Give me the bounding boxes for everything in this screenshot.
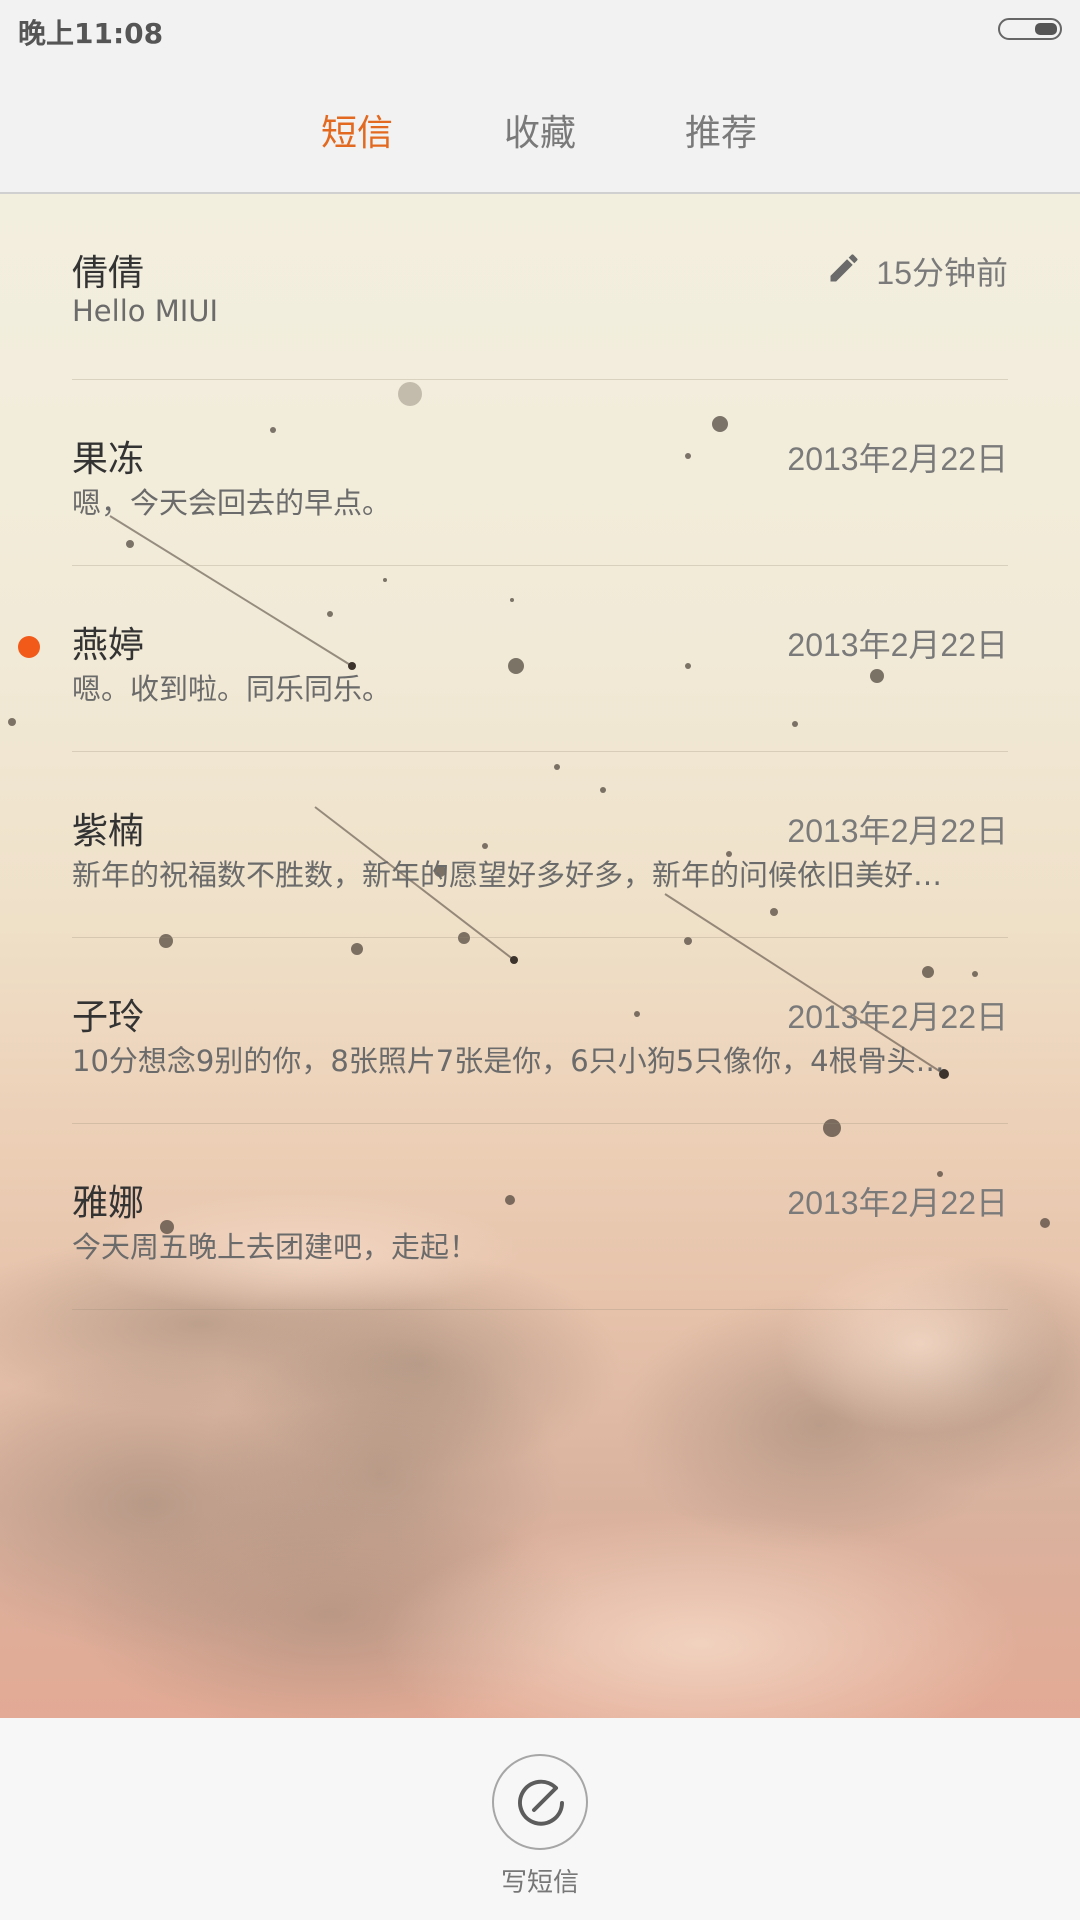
contact-name: 紫楠 <box>72 811 145 852</box>
tab-bar: 短信 收藏 推荐 <box>0 60 1080 194</box>
contact-name: 子玲 <box>72 997 145 1038</box>
conversation-item[interactable]: 燕婷 嗯。收到啦。同乐同乐。 2013年2月22日 <box>18 566 1008 752</box>
conversation-item[interactable]: 子玲 10分想念9别的你，8张照片7张是你，6只小狗5只像你，4根骨头… 201… <box>72 938 1008 1124</box>
battery-icon <box>998 18 1062 40</box>
compose-button[interactable] <box>492 1754 588 1850</box>
bottom-bar: 写短信 <box>0 1718 1080 1920</box>
contact-name: 雅娜 <box>72 1183 145 1224</box>
contact-name: 倩倩 <box>72 253 145 294</box>
message-time: 2013年2月22日 <box>787 813 1008 849</box>
message-preview: 嗯，今天会回去的早点。 <box>72 486 392 520</box>
conversation-list-area: 倩倩 Hello MIUI 15分钟前 果冻 嗯，今天会回去的早点。 2013年… <box>0 194 1080 1718</box>
message-time: 2013年2月22日 <box>787 1185 1008 1221</box>
message-preview: 今天周五晚上去团建吧，走起！ <box>72 1230 479 1264</box>
message-preview: 10分想念9别的你，8张照片7张是你，6只小狗5只像你，4根骨头… <box>72 1044 945 1078</box>
message-time: 2013年2月22日 <box>787 999 1008 1035</box>
tab-recommended[interactable]: 推荐 <box>641 104 801 156</box>
message-preview: 嗯。收到啦。同乐同乐。 <box>72 672 392 706</box>
tab-messages[interactable]: 短信 <box>277 104 437 156</box>
message-time: 15分钟前 <box>876 255 1008 291</box>
message-preview: Hello MIUI <box>72 294 219 328</box>
compose-icon <box>518 1779 564 1826</box>
status-bar: 晚上11:08 <box>0 0 1080 60</box>
message-time: 2013年2月22日 <box>787 627 1008 663</box>
status-time: 晚上11:08 <box>18 17 164 50</box>
conversation-item[interactable]: 紫楠 新年的祝福数不胜数，新年的愿望好多好多，新年的问候依旧美好… 2013年2… <box>72 752 1008 938</box>
compose-label: 写短信 <box>500 1868 579 1898</box>
conversation-item[interactable]: 果冻 嗯，今天会回去的早点。 2013年2月22日 <box>72 380 1008 566</box>
pencil-icon <box>830 254 858 282</box>
contact-name: 果冻 <box>72 439 145 480</box>
contact-name: 燕婷 <box>72 625 145 666</box>
unread-indicator <box>18 636 40 658</box>
tab-favorites[interactable]: 收藏 <box>460 104 620 156</box>
message-time: 2013年2月22日 <box>787 441 1008 477</box>
message-preview: 新年的祝福数不胜数，新年的愿望好多好多，新年的问候依旧美好… <box>72 858 943 892</box>
conversation-item[interactable]: 倩倩 Hello MIUI 15分钟前 <box>72 194 1008 380</box>
conversation-item[interactable]: 雅娜 今天周五晚上去团建吧，走起！ 2013年2月22日 <box>72 1124 1008 1310</box>
